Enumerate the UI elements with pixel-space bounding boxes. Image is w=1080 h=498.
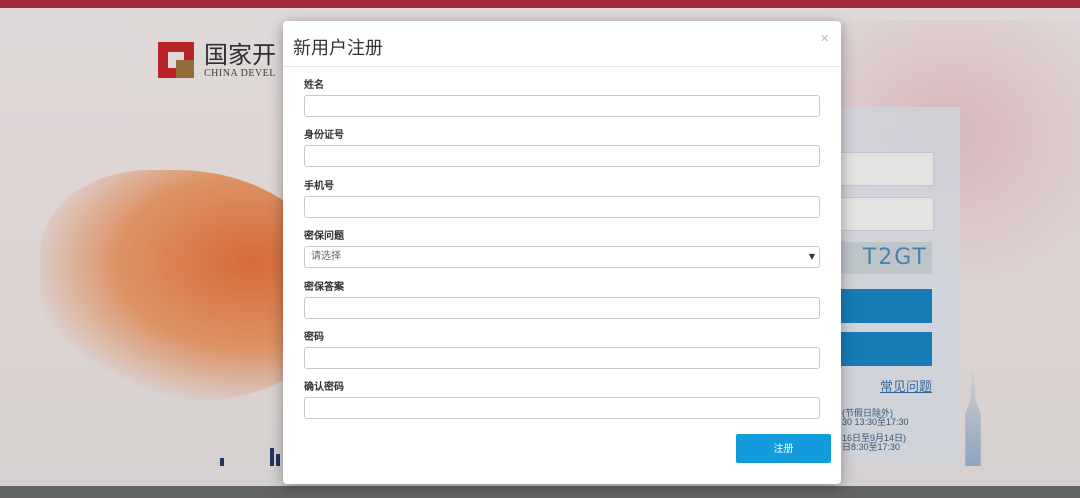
register-modal: 新用户注册 × 姓名 身份证号 手机号 密保问题 请选择 ▼ 密保答案 密码 确…: [283, 21, 841, 484]
form-group-security-question: 密保问题 请选择 ▼: [304, 230, 820, 268]
phone-label: 手机号: [304, 181, 334, 192]
id-number-label: 身份证号: [304, 130, 344, 141]
form-group-password: 密码: [304, 331, 820, 369]
security-answer-label: 密保答案: [304, 282, 344, 293]
name-input[interactable]: [304, 95, 820, 117]
form-group-name: 姓名: [304, 79, 820, 117]
password-input[interactable]: [304, 347, 820, 369]
close-icon[interactable]: ×: [820, 31, 829, 47]
caret-down-icon: ▼: [808, 252, 815, 261]
form-group-phone: 手机号: [304, 180, 820, 218]
security-answer-input[interactable]: [304, 297, 820, 319]
security-question-label: 密保问题: [304, 231, 344, 242]
form-group-confirm-password: 确认密码: [304, 381, 820, 419]
id-number-input[interactable]: [304, 145, 820, 167]
confirm-password-label: 确认密码: [304, 382, 344, 393]
register-submit-button[interactable]: 注册: [736, 434, 831, 463]
modal-header: 新用户注册 ×: [283, 21, 841, 67]
confirm-password-input[interactable]: [304, 397, 820, 419]
password-label: 密码: [304, 332, 324, 343]
form-group-security-answer: 密保答案: [304, 281, 820, 319]
form-group-id-number: 身份证号: [304, 129, 820, 167]
security-question-select[interactable]: 请选择 ▼: [304, 246, 820, 268]
modal-title: 新用户注册: [293, 38, 383, 59]
phone-input[interactable]: [304, 196, 820, 218]
security-question-selected: 请选择: [311, 251, 341, 262]
name-label: 姓名: [304, 80, 324, 91]
